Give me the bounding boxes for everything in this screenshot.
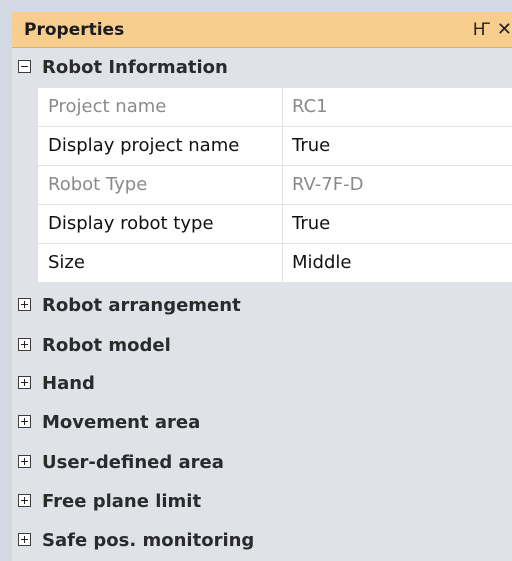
expand-box-plus-icon[interactable]	[18, 415, 31, 428]
property-value: RV-7F-D	[292, 174, 364, 195]
category-label: Robot Information	[42, 57, 228, 78]
expand-box-plus-icon[interactable]	[18, 338, 31, 351]
property-value[interactable]: Middle	[292, 244, 351, 282]
category-label: User-defined area	[42, 452, 224, 473]
expand-box-plus-icon[interactable]	[18, 494, 31, 507]
column-divider[interactable]	[282, 88, 283, 126]
close-icon[interactable]: ✕	[497, 12, 512, 48]
property-value: RC1	[292, 96, 328, 117]
category-free-plane-limit[interactable]: Free plane limit	[12, 482, 512, 522]
panel-title: Properties	[24, 20, 125, 40]
panel-titlebar: Properties Ҥ ✕	[12, 12, 512, 48]
expand-box-plus-icon[interactable]	[18, 298, 31, 311]
category-movement-area[interactable]: Movement area	[12, 403, 512, 443]
category-robot-information[interactable]: Robot Information	[12, 48, 512, 88]
property-row-display-robot-type[interactable]: Display robot type True	[38, 205, 512, 244]
property-name: Project name	[48, 96, 167, 117]
property-name: Display robot type	[48, 213, 214, 234]
expand-box-plus-icon[interactable]	[18, 455, 31, 468]
property-name: Robot Type	[48, 174, 148, 195]
collapse-box-minus-icon[interactable]	[18, 60, 31, 73]
category-label: Safe pos. monitoring	[42, 530, 255, 551]
property-grid: Robot Information Project name RC1 Displ…	[12, 48, 512, 561]
category-label: Hand	[42, 373, 95, 394]
category-robot-arrangement[interactable]: Robot arrangement	[12, 286, 512, 326]
category-label: Robot model	[42, 335, 171, 356]
property-row-project-name[interactable]: Project name RC1	[38, 88, 512, 127]
category-hand[interactable]: Hand	[12, 364, 512, 404]
category-robot-model[interactable]: Robot model	[12, 326, 512, 366]
category-label: Movement area	[42, 412, 201, 433]
column-divider[interactable]	[282, 127, 283, 165]
column-divider[interactable]	[282, 244, 283, 282]
properties-panel: Properties Ҥ ✕ Robot Information Project…	[0, 0, 512, 561]
property-name: Size	[48, 252, 85, 273]
pin-icon[interactable]: Ҥ	[473, 12, 490, 48]
category-safe-pos-monitoring[interactable]: Safe pos. monitoring	[12, 521, 512, 561]
property-name: Display project name	[48, 135, 240, 156]
column-divider[interactable]	[282, 166, 283, 204]
property-row-robot-type[interactable]: Robot Type RV-7F-D	[38, 166, 512, 205]
expand-box-plus-icon[interactable]	[18, 376, 31, 389]
property-row-size[interactable]: Size Middle	[38, 244, 512, 283]
category-label: Free plane limit	[42, 491, 202, 512]
property-row-display-project-name[interactable]: Display project name True	[38, 127, 512, 166]
property-value[interactable]: True	[292, 127, 330, 165]
category-user-defined-area[interactable]: User-defined area	[12, 443, 512, 483]
property-value[interactable]: True	[292, 205, 330, 243]
expand-box-plus-icon[interactable]	[18, 533, 31, 546]
category-label: Robot arrangement	[42, 295, 241, 316]
column-divider[interactable]	[282, 205, 283, 243]
